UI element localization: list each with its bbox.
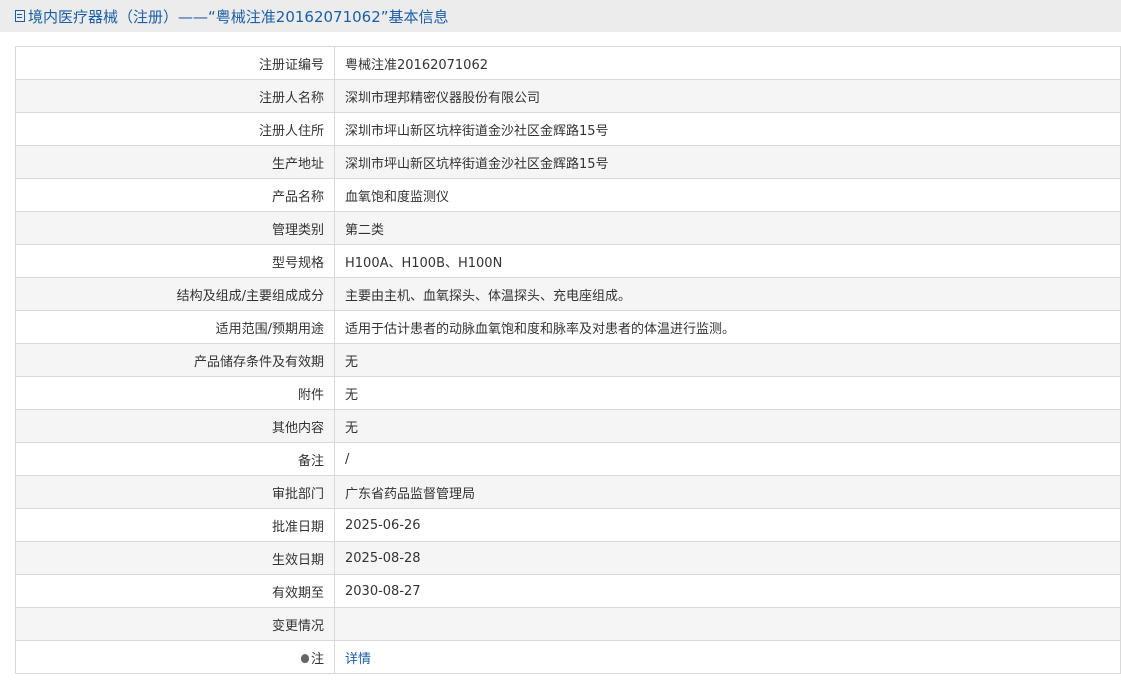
- field-value: /: [334, 442, 1121, 476]
- field-value: 无: [334, 376, 1121, 410]
- info-row: 生效日期 2025-08-28: [15, 541, 1121, 575]
- field-value: 广东省药品监督管理局: [334, 475, 1121, 509]
- basic-info-table: 注册证编号 粤械注准20162071062 注册人名称 深圳市理邦精密仪器股份有限公司…: [15, 46, 1121, 674]
- field-label: 其他内容: [15, 409, 335, 443]
- field-value: H100A、H100B、H100N: [334, 244, 1121, 278]
- field-value: 血氧饱和度监测仪: [334, 178, 1121, 212]
- field-label: 适用范围/预期用途: [15, 310, 335, 344]
- info-row: 注册人名称 深圳市理邦精密仪器股份有限公司: [15, 79, 1121, 113]
- field-label: 产品储存条件及有效期: [15, 343, 335, 377]
- field-label: 产品名称: [15, 178, 335, 212]
- info-row: 注册人住所 深圳市坪山新区坑梓街道金沙社区金辉路15号: [15, 112, 1121, 146]
- note-label-cell: 注: [15, 640, 335, 674]
- field-label: 型号规格: [15, 244, 335, 278]
- field-value: 2025-06-26: [334, 508, 1121, 542]
- field-value: 无: [334, 409, 1121, 443]
- field-value: 2030-08-27: [334, 574, 1121, 608]
- field-label: 注册证编号: [15, 46, 335, 80]
- field-label: 审批部门: [15, 475, 335, 509]
- info-row: 备注 /: [15, 442, 1121, 476]
- field-value: 粤械注准20162071062: [334, 46, 1121, 80]
- field-value: 无: [334, 343, 1121, 377]
- info-row: 产品名称 血氧饱和度监测仪: [15, 178, 1121, 212]
- field-label: 生效日期: [15, 541, 335, 575]
- note-row: 注详情: [15, 640, 1121, 674]
- field-label: 变更情况: [15, 607, 335, 641]
- field-label: 生产地址: [15, 145, 335, 179]
- info-row: 型号规格 H100A、H100B、H100N: [15, 244, 1121, 278]
- document-icon: [15, 10, 25, 22]
- info-row: 变更情况: [15, 607, 1121, 641]
- tip-bulb-icon: [300, 653, 309, 663]
- field-label: 结构及组成/主要组成成分: [15, 277, 335, 311]
- field-value: 2025-08-28: [334, 541, 1121, 575]
- info-row: 结构及组成/主要组成成分 主要由主机、血氧探头、体温探头、充电座组成。: [15, 277, 1121, 311]
- field-value: 第二类: [334, 211, 1121, 245]
- field-value: 主要由主机、血氧探头、体温探头、充电座组成。: [334, 277, 1121, 311]
- info-row: 有效期至 2030-08-27: [15, 574, 1121, 608]
- info-row: 其他内容无: [15, 409, 1121, 443]
- field-label: 注册人名称: [15, 79, 335, 113]
- note-label: 注: [310, 651, 324, 667]
- field-label: 管理类别: [15, 211, 335, 245]
- info-row: 注册证编号 粤械注准20162071062: [15, 46, 1121, 80]
- info-row: 生产地址 深圳市坪山新区坑梓街道金沙社区金辉路15号: [15, 145, 1121, 179]
- info-row: 适用范围/预期用途 适用于估计患者的动脉血氧饱和度和脉率及对患者的体温进行监测。: [15, 310, 1121, 344]
- field-label: 注册人住所: [15, 112, 335, 146]
- field-value: 深圳市理邦精密仪器股份有限公司: [334, 79, 1121, 113]
- info-row: 审批部门 广东省药品监督管理局: [15, 475, 1121, 509]
- field-label: 附件: [15, 376, 335, 410]
- info-row: 批准日期 2025-06-26: [15, 508, 1121, 542]
- info-row: 管理类别 第二类: [15, 211, 1121, 245]
- info-row: 产品储存条件及有效期无: [15, 343, 1121, 377]
- field-label: 有效期至: [15, 574, 335, 608]
- field-value: 深圳市坪山新区坑梓街道金沙社区金辉路15号: [334, 145, 1121, 179]
- field-value: 深圳市坪山新区坑梓街道金沙社区金辉路15号: [334, 112, 1121, 146]
- page-header: 境内医疗器械（注册）——“粤械注准20162071062”基本信息: [0, 0, 1121, 32]
- details-link[interactable]: 详情: [334, 640, 1121, 674]
- field-label: 批准日期: [15, 508, 335, 542]
- field-value: [334, 607, 1121, 641]
- field-value: 适用于估计患者的动脉血氧饱和度和脉率及对患者的体温进行监测。: [334, 310, 1121, 344]
- info-row: 附件无: [15, 376, 1121, 410]
- page-title: 境内医疗器械（注册）——“粤械注准20162071062”基本信息: [28, 7, 449, 26]
- field-label: 备注: [15, 442, 335, 476]
